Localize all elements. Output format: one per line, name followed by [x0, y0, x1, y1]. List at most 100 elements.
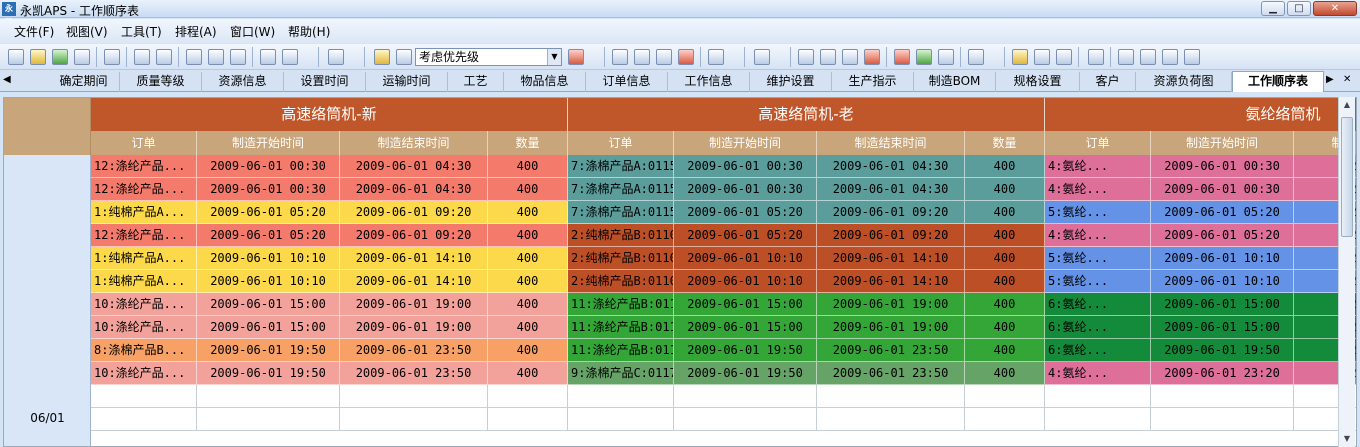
start-time-cell[interactable]: 2009-06-01 10:10	[674, 270, 817, 293]
qty-cell[interactable]: 400	[965, 178, 1045, 201]
qty-cell[interactable]: 400	[965, 293, 1045, 316]
scrollbar-thumb[interactable]	[1341, 117, 1353, 237]
order-cell[interactable]: 8:涤棉产品B...	[91, 339, 197, 362]
lightbulb-icon[interactable]	[1012, 49, 1028, 65]
qty-cell[interactable]: 400	[488, 362, 568, 385]
vertical-scrollbar[interactable]: ▲ ▼	[1338, 97, 1355, 447]
menu-window[interactable]: 窗口(W)	[230, 23, 275, 40]
tab-production-instruction[interactable]: 生产指示	[832, 72, 914, 92]
order-cell[interactable]: 4:氨纶...	[1045, 178, 1151, 201]
tab-close-icon[interactable]: ✕	[1343, 74, 1351, 85]
tab-customer[interactable]: 客户	[1080, 72, 1136, 92]
order-cell[interactable]: 2:纯棉产品B:0110	[568, 247, 674, 270]
column-header[interactable]: 制造结束时间	[340, 131, 488, 155]
import-icon[interactable]	[52, 49, 68, 65]
end-time-cell[interactable]: 2009-06-01 23:50	[817, 339, 965, 362]
order-cell[interactable]: 2:纯棉产品B:0110	[568, 270, 674, 293]
grid-icon[interactable]	[612, 49, 628, 65]
end-time-cell[interactable]: 2009-06-01 04:30	[817, 155, 965, 178]
qty-cell[interactable]: 400	[965, 362, 1045, 385]
order-cell[interactable]: 10:涤纶产品...	[91, 293, 197, 316]
tab-scroll-left-icon[interactable]: ◀	[3, 74, 11, 85]
end-time-cell[interactable]: 2009-06-01 04:30	[340, 178, 488, 201]
column-header[interactable]: 数量	[965, 131, 1045, 155]
order-cell[interactable]: 10:涤纶产品...	[91, 316, 197, 339]
start-time-cell[interactable]: 2009-06-01 15:00	[197, 293, 340, 316]
order-cell[interactable]: 1:纯棉产品A...	[91, 201, 197, 224]
empty-cell[interactable]	[488, 408, 568, 431]
order-cell[interactable]: 1:纯棉产品A...	[91, 247, 197, 270]
empty-cell[interactable]	[340, 385, 488, 408]
order-cell[interactable]: 5:氨纶...	[1045, 201, 1151, 224]
start-time-cell[interactable]: 2009-06-01 00:30	[674, 155, 817, 178]
empty-cell[interactable]	[1151, 408, 1294, 431]
refresh-icon[interactable]	[1034, 49, 1050, 65]
minimize-button[interactable]: ▁	[1261, 1, 1285, 16]
card-icon[interactable]	[842, 49, 858, 65]
start-time-cell[interactable]: 2009-06-01 05:20	[197, 201, 340, 224]
order-cell[interactable]: 12:涤纶产品...	[91, 224, 197, 247]
order-cell[interactable]: 6:氨纶...	[1045, 339, 1151, 362]
qty-cell[interactable]: 400	[488, 270, 568, 293]
export-icon[interactable]	[1118, 49, 1134, 65]
order-cell[interactable]: 7:涤棉产品A:0115	[568, 155, 674, 178]
start-time-cell[interactable]: 2009-06-01 19:50	[197, 339, 340, 362]
column-header[interactable]: 订单	[568, 131, 674, 155]
empty-cell[interactable]	[1151, 385, 1294, 408]
open-folder-icon[interactable]	[30, 49, 46, 65]
order-cell[interactable]: 11:涤纶产品B:0119	[568, 293, 674, 316]
column-header[interactable]: 制造开始时间	[1151, 131, 1294, 155]
end-time-cell[interactable]: 2009-06-01 04:30	[817, 178, 965, 201]
paste-icon[interactable]	[230, 49, 246, 65]
start-time-cell[interactable]: 2009-06-01 19:50	[197, 362, 340, 385]
empty-cell[interactable]	[340, 408, 488, 431]
order-cell[interactable]: 6:氨纶...	[1045, 293, 1151, 316]
start-time-cell[interactable]: 2009-06-01 15:00	[674, 316, 817, 339]
tab-item-info[interactable]: 物品信息	[504, 72, 586, 92]
empty-cell[interactable]	[674, 408, 817, 431]
start-time-cell[interactable]: 2009-06-01 05:20	[674, 224, 817, 247]
tab-resource[interactable]: 资源信息	[202, 72, 284, 92]
qty-cell[interactable]: 400	[965, 224, 1045, 247]
tab-order-info[interactable]: 订单信息	[586, 72, 668, 92]
download-icon[interactable]	[938, 49, 954, 65]
empty-cell[interactable]	[91, 408, 197, 431]
qty-cell[interactable]: 400	[488, 201, 568, 224]
qty-cell[interactable]: 400	[488, 224, 568, 247]
start-time-cell[interactable]: 2009-06-01 19:50	[1151, 339, 1294, 362]
report-icon[interactable]	[864, 49, 880, 65]
empty-cell[interactable]	[1045, 385, 1151, 408]
empty-cell[interactable]	[197, 385, 340, 408]
start-time-cell[interactable]: 2009-06-01 00:30	[197, 155, 340, 178]
start-time-cell[interactable]: 2009-06-01 05:20	[674, 201, 817, 224]
tab-transport-time[interactable]: 运输时间	[366, 72, 448, 92]
empty-cell[interactable]	[568, 408, 674, 431]
start-time-cell[interactable]: 2009-06-01 10:10	[1151, 270, 1294, 293]
order-cell[interactable]: 1:纯棉产品A...	[91, 270, 197, 293]
new-file-icon[interactable]	[8, 49, 24, 65]
move-icon[interactable]	[1184, 49, 1200, 65]
tab-resource-load[interactable]: 资源负荷图	[1136, 72, 1232, 92]
order-cell[interactable]: 2:纯棉产品B:0110	[568, 224, 674, 247]
end-time-cell[interactable]: 2009-06-01 23:50	[340, 339, 488, 362]
order-cell[interactable]: 12:涤纶产品...	[91, 178, 197, 201]
end-time-cell[interactable]: 2009-06-01 19:00	[340, 293, 488, 316]
copy-icon[interactable]	[208, 49, 224, 65]
priority-select[interactable]: 考虑优先级 ▼	[415, 48, 562, 66]
end-time-cell[interactable]: 2009-06-01 09:20	[340, 201, 488, 224]
settings-gear-icon[interactable]	[374, 49, 390, 65]
empty-cell[interactable]	[965, 385, 1045, 408]
empty-cell[interactable]	[488, 385, 568, 408]
window-icon[interactable]	[1088, 49, 1104, 65]
cut-icon[interactable]	[186, 49, 202, 65]
qty-cell[interactable]: 400	[488, 316, 568, 339]
bar-chart-icon[interactable]	[656, 49, 672, 65]
order-cell[interactable]: 9:涤棉产品C:0117	[568, 362, 674, 385]
qty-cell[interactable]: 400	[965, 339, 1045, 362]
tab-process[interactable]: 工艺	[448, 72, 504, 92]
redo-icon[interactable]	[282, 49, 298, 65]
end-time-cell[interactable]: 2009-06-01 09:20	[340, 224, 488, 247]
start-time-cell[interactable]: 2009-06-01 10:10	[197, 247, 340, 270]
qty-cell[interactable]: 400	[965, 155, 1045, 178]
start-time-cell[interactable]: 2009-06-01 05:20	[1151, 201, 1294, 224]
